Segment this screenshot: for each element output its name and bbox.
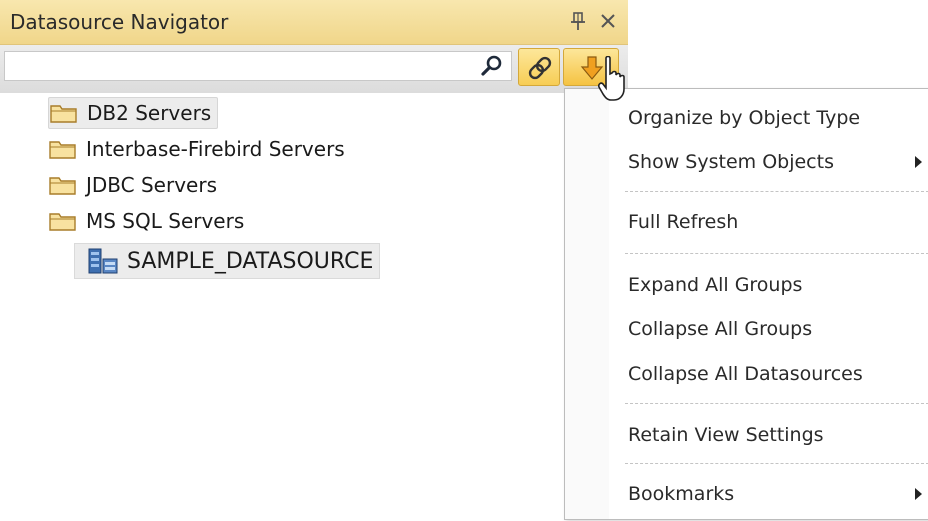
- menu-item-retain-view-settings[interactable]: Retain View Settings: [609, 416, 928, 454]
- tree-item-jdbc-servers[interactable]: JDBC Servers: [48, 169, 217, 201]
- mouse-cursor-icon: [598, 56, 625, 101]
- folder-icon: [49, 213, 76, 231]
- close-icon[interactable]: [597, 9, 621, 33]
- menu-item-label: Collapse All Groups: [628, 318, 813, 340]
- link-icon: [528, 56, 552, 80]
- tree-item-label: MS SQL Servers: [86, 209, 245, 233]
- datasource-tree: DB2 Servers Interbase-Firebird Servers J…: [0, 93, 560, 521]
- menu-separator: [625, 463, 928, 464]
- menu-item-label: Show System Objects: [628, 151, 834, 173]
- panel-toolbar: [0, 45, 628, 93]
- menu-item-collapse-all-datasources[interactable]: Collapse All Datasources: [609, 355, 928, 393]
- menu-item-expand-all-groups[interactable]: Expand All Groups: [609, 266, 928, 304]
- tree-item-label: SAMPLE_DATASOURCE: [127, 248, 374, 274]
- tree-item-interbase-firebird-servers[interactable]: Interbase-Firebird Servers: [48, 133, 345, 165]
- menu-item-collapse-all-groups[interactable]: Collapse All Groups: [609, 310, 928, 348]
- menu-separator: [625, 403, 928, 404]
- context-menu: Organize by Object Type Show System Obje…: [564, 88, 928, 520]
- menu-separator: [625, 253, 928, 254]
- menu-gutter: [565, 89, 609, 519]
- tree-item-ms-sql-servers[interactable]: MS SQL Servers: [48, 205, 244, 237]
- menu-separator: [625, 191, 928, 192]
- menu-item-show-system-objects[interactable]: Show System Objects: [609, 143, 928, 181]
- tree-item-sample-datasource[interactable]: SAMPLE_DATASOURCE: [74, 243, 381, 279]
- menu-item-full-refresh[interactable]: Full Refresh: [609, 203, 928, 241]
- menu-item-label: Retain View Settings: [628, 424, 824, 446]
- submenu-arrow-icon: [915, 488, 922, 500]
- search-input[interactable]: [4, 51, 512, 81]
- folder-icon: [50, 105, 77, 123]
- database-icon: [88, 248, 118, 274]
- folder-icon: [49, 141, 76, 159]
- pin-icon[interactable]: [568, 9, 588, 33]
- menu-item-bookmarks[interactable]: Bookmarks: [609, 475, 928, 513]
- tree-item-label: Interbase-Firebird Servers: [86, 137, 345, 161]
- menu-item-label: Expand All Groups: [628, 274, 803, 296]
- tree-item-label: DB2 Servers: [87, 101, 212, 125]
- tree-item-label: JDBC Servers: [86, 173, 217, 197]
- search-icon[interactable]: [478, 53, 506, 79]
- menu-item-label: Full Refresh: [628, 211, 739, 233]
- menu-item-label: Collapse All Datasources: [628, 363, 863, 385]
- menu-item-label: Bookmarks: [628, 483, 735, 505]
- submenu-arrow-icon: [915, 156, 922, 168]
- tree-item-db2-servers[interactable]: DB2 Servers: [48, 97, 219, 129]
- link-button[interactable]: [518, 48, 560, 86]
- menu-item-organize-by-object-type[interactable]: Organize by Object Type: [609, 99, 928, 137]
- menu-item-label: Organize by Object Type: [628, 107, 861, 129]
- folder-icon: [49, 177, 76, 195]
- panel-titlebar: Datasource Navigator: [0, 0, 628, 45]
- panel-title: Datasource Navigator: [10, 10, 229, 34]
